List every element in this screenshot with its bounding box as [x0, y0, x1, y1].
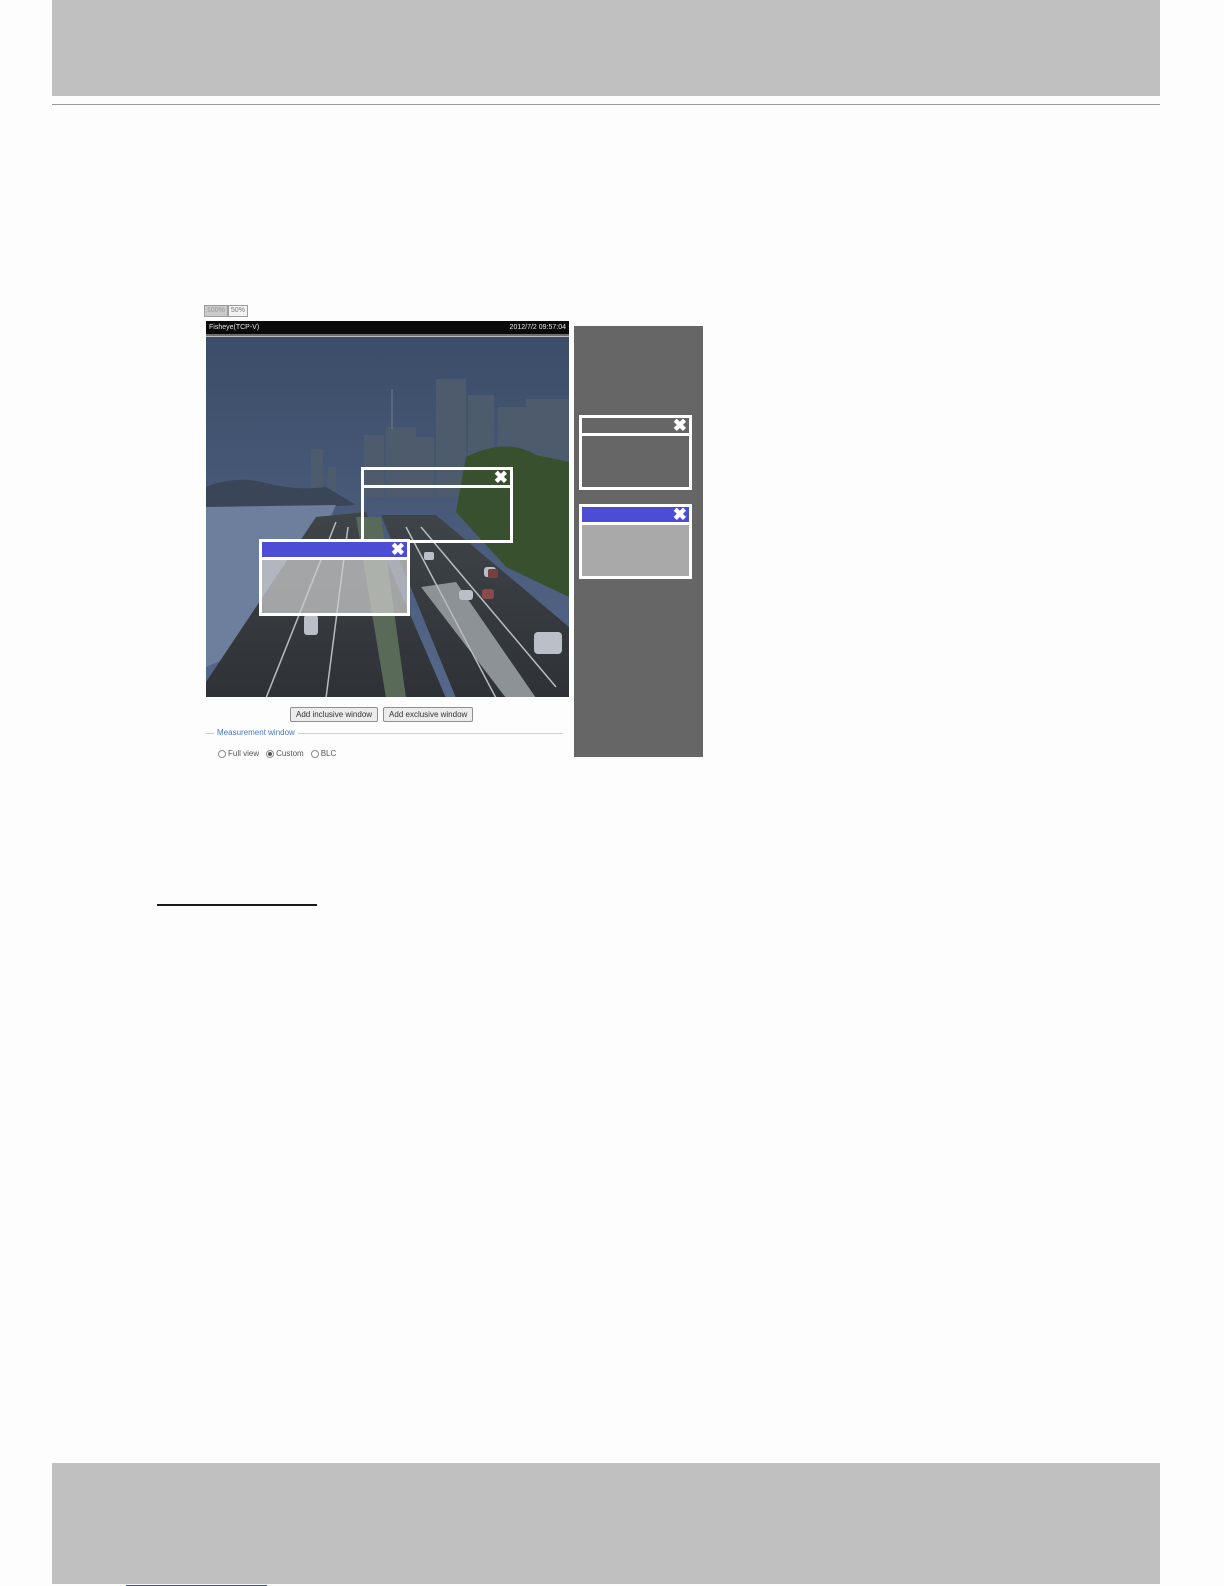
custom-option[interactable]: Custom [266, 749, 304, 758]
blc-label: BLC [320, 749, 337, 758]
size-100-button[interactable]: 100% [204, 305, 228, 317]
page-header-band [52, 0, 1160, 96]
inclusive-window-bar[interactable] [364, 470, 510, 488]
exclusive-window-close-icon[interactable]: ✖ [391, 540, 405, 559]
legend-exclusive-close-icon: ✖ [672, 505, 687, 524]
custom-label: Custom [276, 749, 304, 758]
window-legend-panel: ✖ ✖ [574, 326, 703, 757]
section-heading-underline [157, 904, 317, 906]
full-view-option[interactable]: Full view [218, 749, 259, 758]
size-50-button[interactable]: 50% [227, 305, 248, 317]
window-action-buttons: Add inclusive window Add exclusive windo… [290, 707, 474, 722]
full-view-radio[interactable] [218, 749, 226, 758]
measurement-window-title: Measurement window [214, 727, 298, 739]
exclusive-window-bar[interactable] [262, 542, 407, 560]
header-divider [52, 104, 1160, 105]
legend-inclusive-window: ✖ [579, 415, 692, 490]
blc-option[interactable]: BLC [310, 749, 337, 758]
stream-source-label: Fisheye(TCP-V) [209, 324, 260, 331]
add-exclusive-window-button[interactable]: Add exclusive window [383, 707, 474, 722]
inclusive-window[interactable]: ✖ [361, 467, 513, 543]
blc-radio[interactable] [310, 749, 319, 758]
inclusive-window-close-icon[interactable]: ✖ [494, 468, 508, 487]
video-timestamp: 2012/7/2 09:57:04 [509, 324, 566, 331]
legend-exclusive-window: ✖ [579, 504, 692, 579]
legend-inclusive-close-icon: ✖ [672, 416, 687, 435]
exclusive-window[interactable]: ✖ [259, 539, 410, 616]
view-size-toggle: 100% 50% [204, 305, 248, 317]
page-footer-band [52, 1463, 1160, 1584]
custom-radio[interactable] [266, 749, 275, 758]
measurement-window-options: Full view Custom BLC [218, 749, 343, 758]
add-inclusive-window-button[interactable]: Add inclusive window [290, 707, 379, 722]
live-video-panel: Fisheye(TCP-V) 2012/7/2 09:57:04 ✖ ✖ [206, 321, 569, 697]
full-view-label: Full view [228, 749, 260, 758]
video-title-bar: Fisheye(TCP-V) 2012/7/2 09:57:04 [206, 321, 569, 334]
